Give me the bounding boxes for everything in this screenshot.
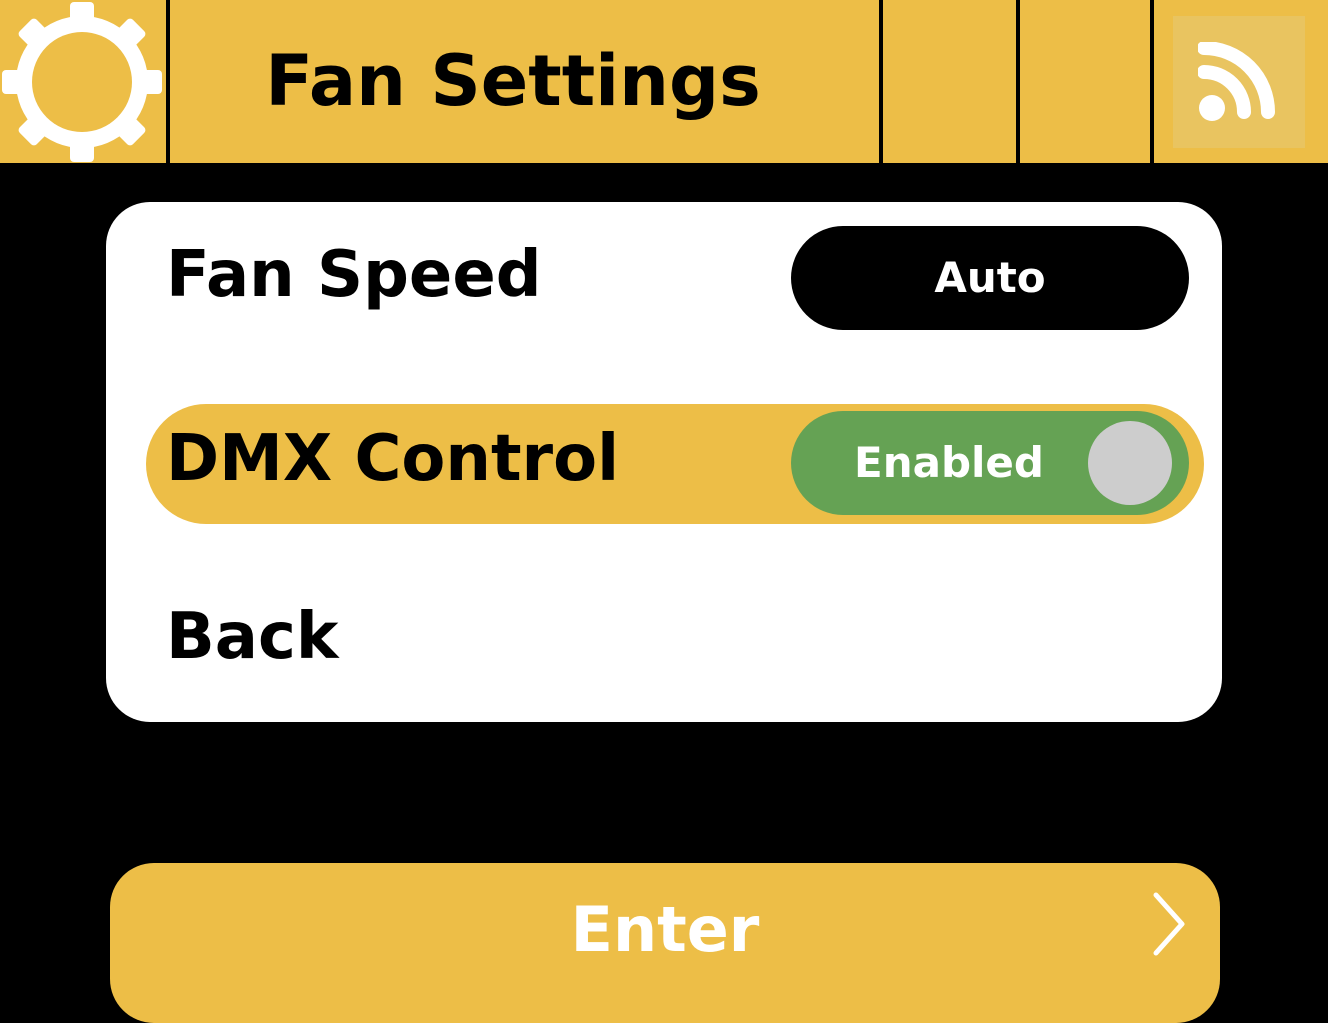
header-divider (166, 0, 170, 163)
dmx-control-toggle[interactable]: Enabled (791, 411, 1189, 515)
header-divider (1150, 0, 1154, 163)
fan-speed-value-button[interactable]: Auto (791, 226, 1189, 330)
signal-icon (1198, 42, 1275, 121)
back-menu-item[interactable]: Back (166, 600, 338, 674)
toggle-knob[interactable] (1088, 421, 1172, 505)
chevron-right-icon (1150, 891, 1190, 961)
toggle-state-label: Enabled (854, 438, 1044, 487)
enter-button-label: Enter (570, 893, 760, 966)
dmx-control-row[interactable]: DMX Control Enabled (146, 404, 1204, 524)
signal-button[interactable] (1173, 16, 1305, 148)
gear-icon[interactable] (0, 2, 164, 162)
header-divider (1016, 0, 1020, 163)
dmx-control-label: DMX Control (166, 422, 619, 496)
enter-button[interactable]: Enter (110, 863, 1220, 1023)
settings-menu: Fan Speed Auto DMX Control Enabled Back (106, 202, 1222, 722)
page-title: Fan Settings (265, 40, 761, 122)
header-bar: Fan Settings (0, 0, 1328, 163)
fan-speed-label[interactable]: Fan Speed (166, 238, 542, 312)
header-divider (879, 0, 883, 163)
